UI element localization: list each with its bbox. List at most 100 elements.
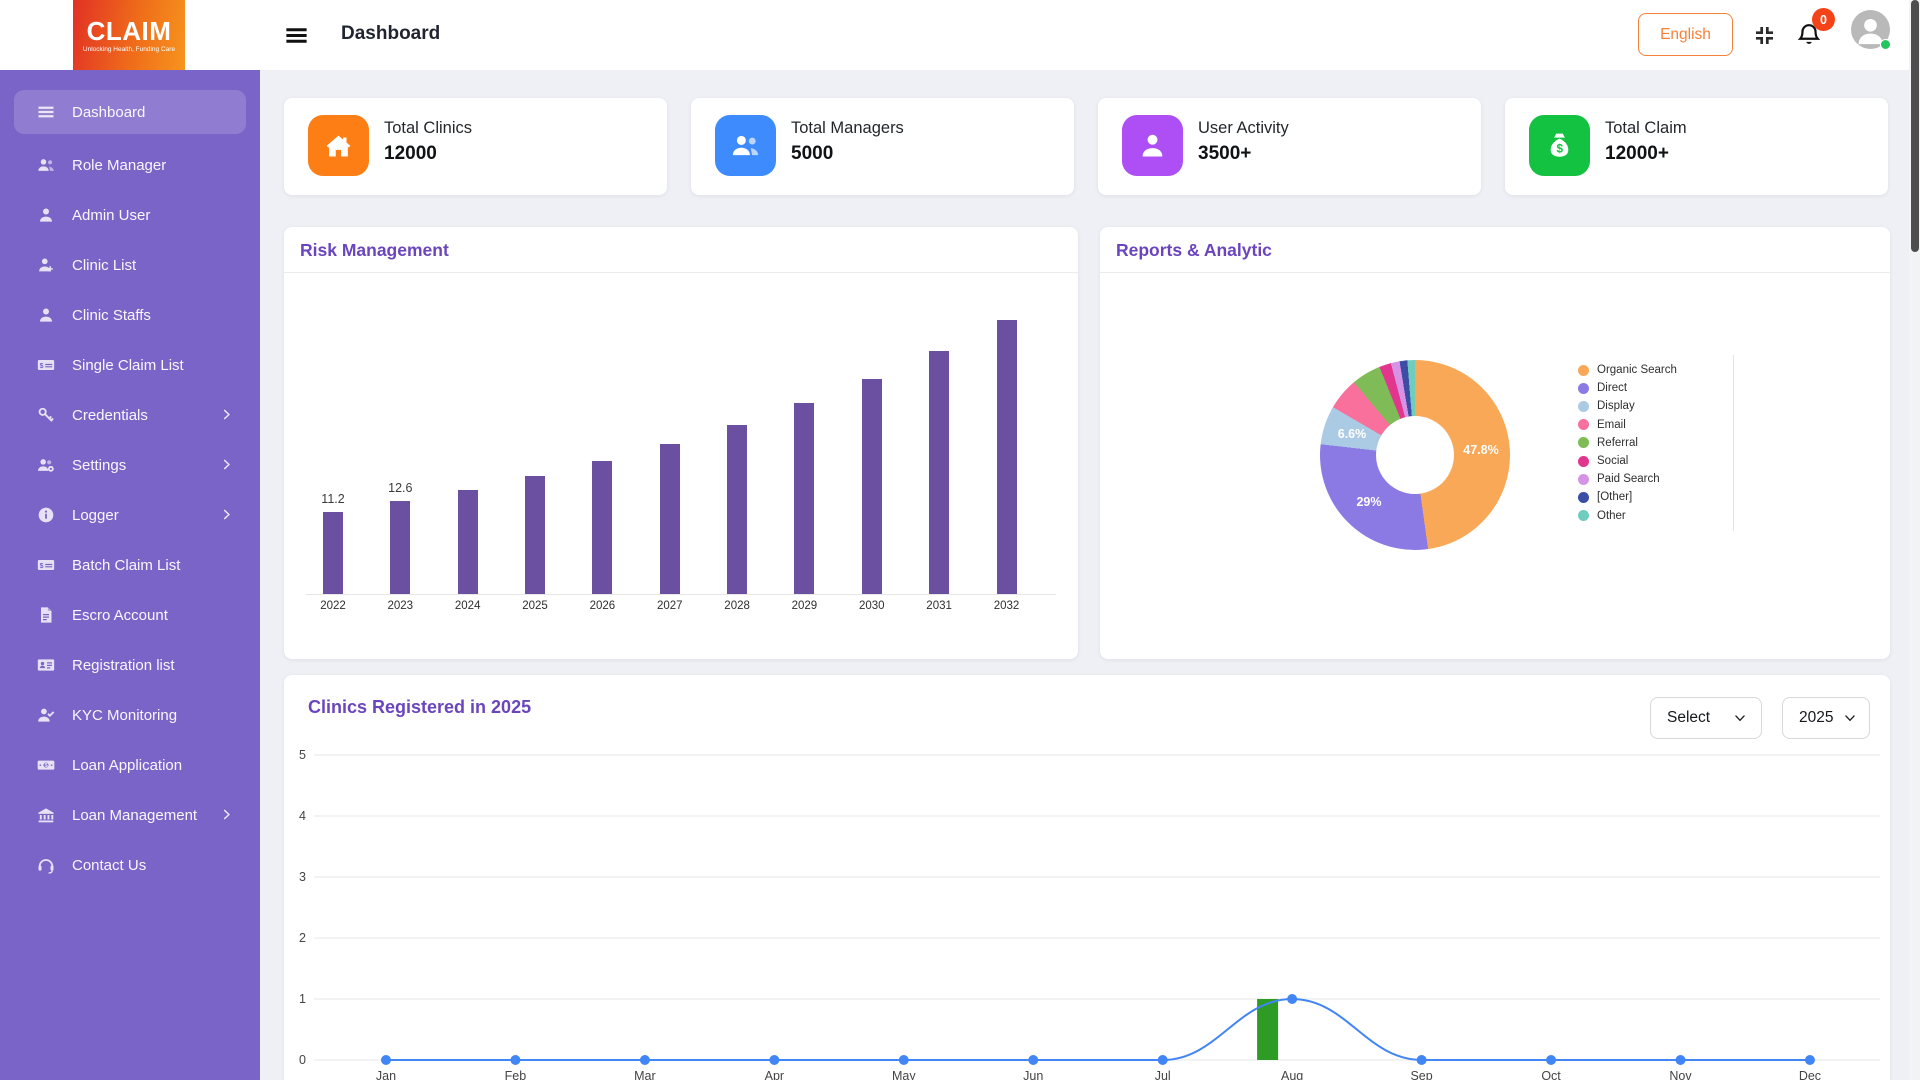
cash-icon: $ xyxy=(36,755,56,775)
sidebar-item-label: Escro Account xyxy=(72,607,168,624)
top-header: CLAIM Unlocking Health, Funding Care Das… xyxy=(0,0,1920,70)
user-icon xyxy=(1122,115,1183,176)
legend-item[interactable]: Direct xyxy=(1578,379,1677,397)
bar-value-label: 11.2 xyxy=(303,492,363,506)
bar-2025 xyxy=(525,476,545,594)
notification-badge: 0 xyxy=(1812,8,1835,31)
bar-2029 xyxy=(794,403,814,594)
sidebar-item-role-manager[interactable]: Role Manager xyxy=(0,140,260,190)
scrollbar-thumb[interactable] xyxy=(1911,0,1919,252)
sidebar-item-credentials[interactable]: Credentials xyxy=(0,390,260,440)
app-logo[interactable]: CLAIM Unlocking Health, Funding Care xyxy=(73,0,185,70)
svg-text:Apr: Apr xyxy=(765,1069,784,1080)
sidebar-item-contact-us[interactable]: Contact Us xyxy=(0,840,260,890)
svg-text:2: 2 xyxy=(299,931,306,945)
stat-card-total-clinics: Total Clinics 12000 xyxy=(284,98,667,195)
legend-color-dot xyxy=(1578,419,1589,430)
chevron-right-icon xyxy=(219,407,234,422)
svg-text:$: $ xyxy=(1556,142,1563,155)
svg-text:Jul: Jul xyxy=(1155,1069,1171,1080)
stat-card-value: 3500+ xyxy=(1198,143,1251,165)
user-icon xyxy=(36,305,56,325)
sidebar-item-loan-management[interactable]: Loan Management xyxy=(0,790,260,840)
page-title: Dashboard xyxy=(341,23,440,45)
legend-item[interactable]: Display xyxy=(1578,397,1677,415)
clinics-card-title: Clinics Registered in 2025 xyxy=(308,697,531,718)
sidebar-item-label: Single Claim List xyxy=(72,357,184,374)
headset-icon xyxy=(36,855,56,875)
legend-item[interactable]: Referral xyxy=(1578,434,1677,452)
language-button[interactable]: English xyxy=(1638,13,1733,56)
sidebar-item-label: Settings xyxy=(72,457,126,474)
year-select[interactable]: 2025 xyxy=(1782,697,1870,739)
bar-2023 xyxy=(390,501,410,594)
sidebar-item-loan-application[interactable]: $ Loan Application xyxy=(0,740,260,790)
legend-label: [Other] xyxy=(1597,491,1632,503)
users-gear-icon xyxy=(36,455,56,475)
sidebar-item-kyc-monitoring[interactable]: KYC Monitoring xyxy=(0,690,260,740)
stat-card-value: 5000 xyxy=(791,143,833,165)
menu-toggle-button[interactable] xyxy=(283,22,310,49)
donut-slice-label: 29% xyxy=(1356,495,1381,509)
user-med-icon xyxy=(36,255,56,275)
sidebar-item-label: KYC Monitoring xyxy=(72,707,177,724)
id-card-icon xyxy=(36,655,56,675)
year-select-value: 2025 xyxy=(1799,709,1833,727)
svg-text:1: 1 xyxy=(299,992,306,1006)
sidebar-item-logger[interactable]: Logger xyxy=(0,490,260,540)
sidebar-item-single-claim-list[interactable]: $ Single Claim List xyxy=(0,340,260,390)
sidebar-item-settings[interactable]: Settings xyxy=(0,440,260,490)
svg-text:Feb: Feb xyxy=(505,1069,527,1080)
legend-color-dot xyxy=(1578,437,1589,448)
sidebar-item-label: Credentials xyxy=(72,407,148,424)
scrollbar-track xyxy=(1909,0,1920,1080)
bar-x-label: 2031 xyxy=(909,600,969,612)
bar-2032 xyxy=(997,320,1017,594)
notifications-button[interactable]: 0 xyxy=(1795,21,1825,51)
svg-text:Sep: Sep xyxy=(1410,1069,1432,1080)
bar-x-label: 2032 xyxy=(977,600,1037,612)
stat-card-total-managers: Total Managers 5000 xyxy=(691,98,1074,195)
reports-analytic-card: Reports & Analytic 47.8%29%6.6% Organic … xyxy=(1100,227,1890,659)
bar-x-label: 2026 xyxy=(572,600,632,612)
legend-item[interactable]: Social xyxy=(1578,452,1677,470)
legend-label: Paid Search xyxy=(1597,473,1660,485)
legend-item[interactable]: Paid Search xyxy=(1578,470,1677,488)
filter-select[interactable]: Select xyxy=(1650,697,1762,739)
bank-icon xyxy=(36,805,56,825)
sidebar-item-batch-claim-list[interactable]: $ Batch Claim List xyxy=(0,540,260,590)
risk-bar-chart: 202211.2202312.6202420252026202720282029… xyxy=(284,273,1078,659)
legend-item[interactable]: [Other] xyxy=(1578,488,1677,506)
sidebar-item-label: Role Manager xyxy=(72,157,166,174)
stat-card-value: 12000 xyxy=(384,143,437,165)
sidebar: Dashboard Role Manager Admin User Clinic… xyxy=(0,70,260,1080)
sidebar-item-label: Dashboard xyxy=(72,104,145,121)
legend-item[interactable]: Email xyxy=(1578,416,1677,434)
svg-text:0: 0 xyxy=(299,1053,306,1067)
logo-tagline: Unlocking Health, Funding Care xyxy=(83,46,175,53)
legend-item[interactable]: Other xyxy=(1578,507,1677,525)
legend-label: Organic Search xyxy=(1597,364,1677,376)
user-check-icon xyxy=(36,705,56,725)
legend-label: Other xyxy=(1597,510,1626,522)
sidebar-item-escro-account[interactable]: Escro Account xyxy=(0,590,260,640)
sidebar-item-clinic-list[interactable]: Clinic List xyxy=(0,240,260,290)
sidebar-item-label: Loan Management xyxy=(72,807,197,824)
menu-icon xyxy=(36,102,56,122)
legend-item[interactable]: Organic Search xyxy=(1578,361,1677,379)
logo-text: CLAIM xyxy=(87,18,172,44)
avatar[interactable] xyxy=(1851,10,1890,49)
sidebar-item-label: Logger xyxy=(72,507,119,524)
sidebar-item-registration-list[interactable]: Registration list xyxy=(0,640,260,690)
home-icon xyxy=(308,115,369,176)
bar-2022 xyxy=(323,512,343,594)
svg-text:Mar: Mar xyxy=(634,1069,656,1080)
chevron-right-icon xyxy=(219,807,234,822)
online-status-dot xyxy=(1880,39,1891,50)
sidebar-item-admin-user[interactable]: Admin User xyxy=(0,190,260,240)
sidebar-item-clinic-staffs[interactable]: Clinic Staffs xyxy=(0,290,260,340)
legend-color-dot xyxy=(1578,474,1589,485)
sidebar-item-dashboard[interactable]: Dashboard xyxy=(14,90,246,134)
card-dollar-icon: $ xyxy=(36,555,56,575)
fullscreen-toggle-button[interactable] xyxy=(1752,23,1777,48)
